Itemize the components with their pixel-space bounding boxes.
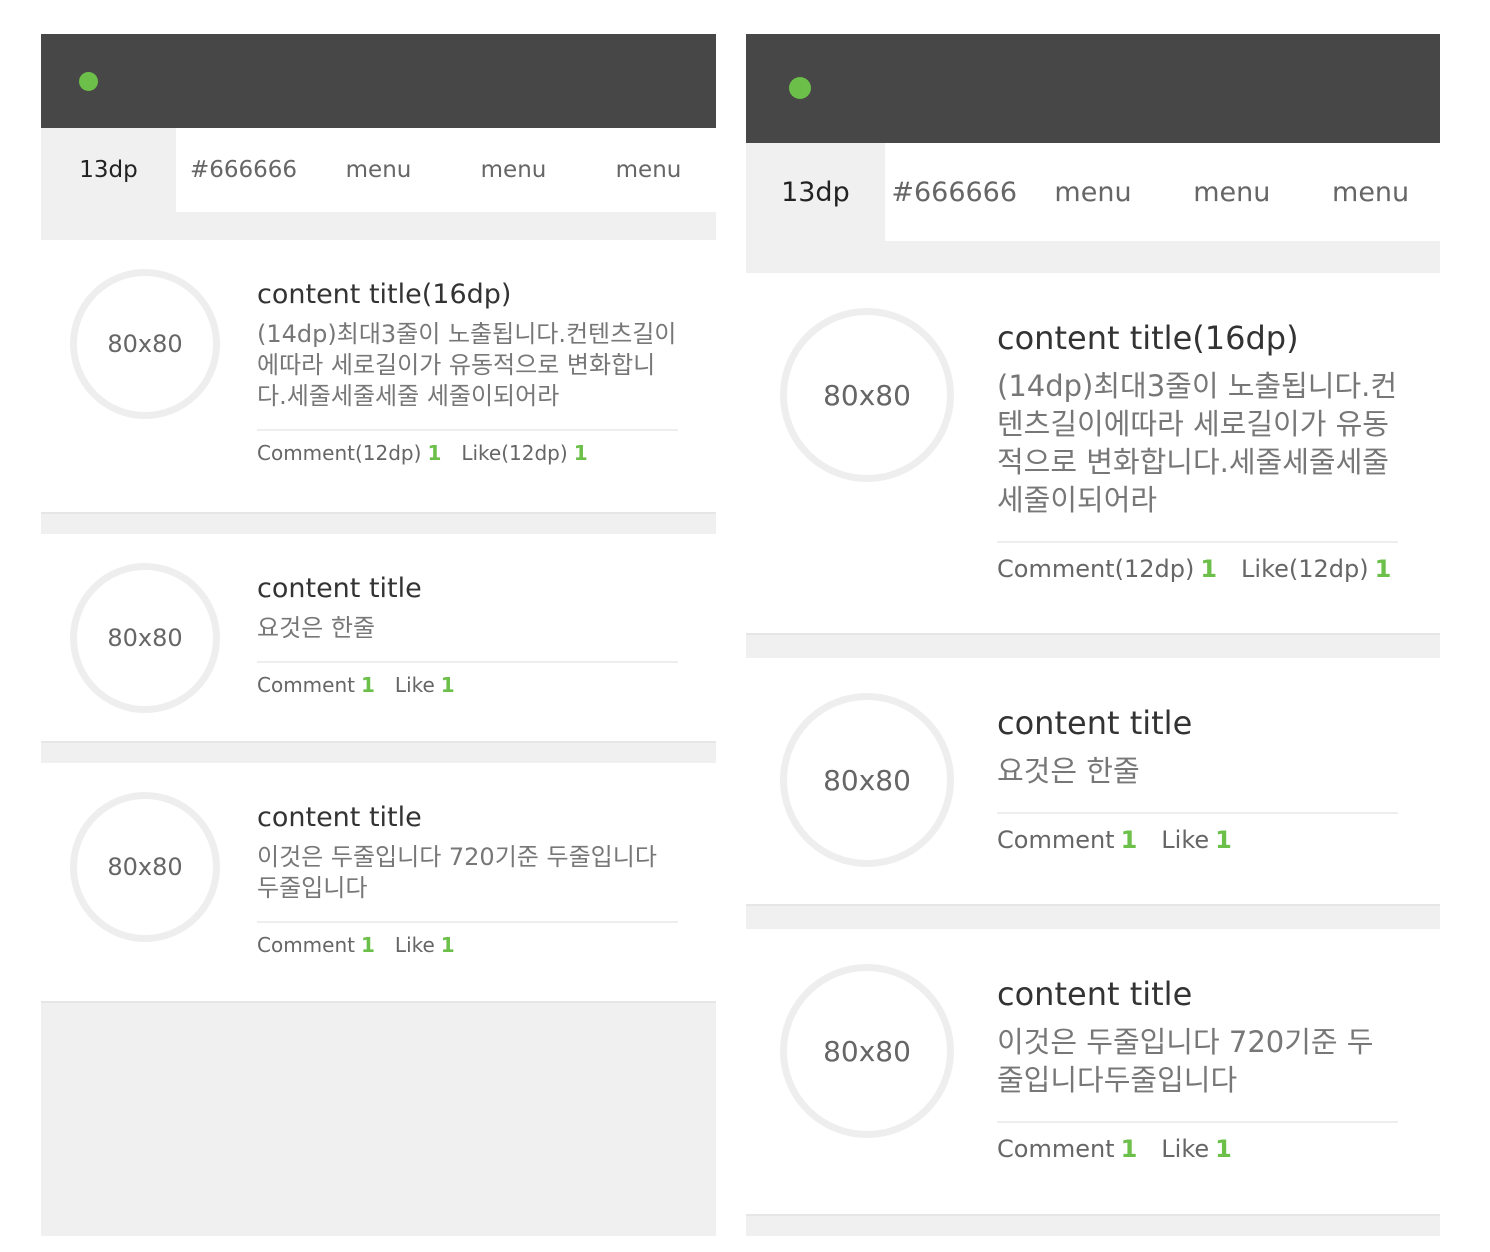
item-meta: Comment 1 Like 1 (997, 1121, 1398, 1163)
like-label[interactable]: Like (395, 933, 435, 957)
comment-count: 1 (1200, 555, 1218, 583)
thumbnail-placeholder: 80x80 (70, 563, 220, 713)
list-item[interactable]: 80x80 content title 이것은 두줄입니다 720기준 두줄입니… (41, 763, 716, 1003)
list-item[interactable]: 80x80 content title 요것은 한줄 Comment 1 Lik… (746, 658, 1440, 906)
item-body: content title 요것은 한줄 Comment 1 Like 1 (257, 571, 678, 697)
like-label[interactable]: Like(12dp) (1241, 555, 1369, 583)
item-body: content title(16dp) (14dp)최대3줄이 노출됩니다.컨텐… (257, 277, 678, 465)
thumbnail-placeholder: 80x80 (70, 269, 220, 419)
item-title: content title (257, 802, 422, 833)
tab-1[interactable]: 13dp (41, 128, 176, 212)
phone-screen-right: 13dp #666666 menu menu menu 80x80 conten… (746, 34, 1440, 1236)
item-meta: Comment 1 Like 1 (257, 661, 678, 697)
comment-count: 1 (361, 673, 375, 697)
app-bar (746, 34, 1440, 143)
item-title: content title (997, 704, 1193, 742)
comment-label[interactable]: Comment(12dp) (997, 555, 1194, 583)
tab-3[interactable]: menu (1024, 143, 1163, 241)
tab-bar: 13dp #666666 menu menu menu (41, 128, 716, 212)
like-label[interactable]: Like (1161, 1135, 1209, 1163)
thumbnail-placeholder: 80x80 (70, 792, 220, 942)
item-title: content title (997, 975, 1193, 1013)
item-meta: Comment(12dp) 1 Like(12dp) 1 (257, 429, 678, 465)
list-item[interactable]: 80x80 content title 요것은 한줄 Comment 1 Lik… (41, 534, 716, 743)
like-count: 1 (573, 441, 588, 465)
like-count: 1 (1215, 1135, 1232, 1163)
comment-label[interactable]: Comment (997, 826, 1115, 854)
like-count: 1 (440, 933, 455, 957)
comment-label[interactable]: Comment(12dp) (257, 441, 421, 465)
thumbnail-placeholder: 80x80 (780, 693, 954, 867)
divider (41, 212, 716, 240)
item-description: (14dp)최대3줄이 노출됩니다.컨텐츠길이에따라 세로길이가 유동적으로 변… (997, 369, 1398, 517)
list-item[interactable]: 80x80 content title(16dp) (14dp)최대3줄이 노출… (746, 273, 1440, 635)
tab-4[interactable]: menu (446, 128, 581, 212)
tab-5[interactable]: menu (1301, 143, 1440, 241)
like-label[interactable]: Like (1161, 826, 1209, 854)
comment-count: 1 (1120, 826, 1138, 854)
like-count: 1 (1374, 555, 1392, 583)
app-bar (41, 34, 716, 128)
comment-count: 1 (1120, 1135, 1138, 1163)
tab-4[interactable]: menu (1162, 143, 1301, 241)
item-body: content title 이것은 두줄입니다 720기준 두줄입니다두줄입니다… (257, 800, 678, 957)
like-label[interactable]: Like (395, 673, 435, 697)
phone-screen-left: 13dp #666666 menu menu menu 80x80 conten… (41, 34, 716, 1236)
thumbnail-placeholder: 80x80 (780, 308, 954, 482)
comment-label[interactable]: Comment (257, 673, 355, 697)
tab-5[interactable]: menu (581, 128, 716, 212)
comment-count: 1 (427, 441, 442, 465)
item-body: content title(16dp) (14dp)최대3줄이 노출됩니다.컨텐… (997, 317, 1398, 583)
item-description: 요것은 한줄 (997, 754, 1140, 788)
list-item[interactable]: 80x80 content title 이것은 두줄입니다 720기준 두줄입니… (746, 929, 1440, 1216)
divider (746, 635, 1440, 658)
item-body: content title 요것은 한줄 Comment 1 Like 1 (997, 702, 1398, 854)
comment-count: 1 (361, 933, 375, 957)
divider (41, 743, 716, 763)
like-count: 1 (440, 673, 455, 697)
like-count: 1 (1215, 826, 1232, 854)
item-description: 이것은 두줄입니다 720기준 두줄입니다두줄입니다 (257, 843, 657, 902)
status-dot-icon (79, 72, 98, 91)
tab-1[interactable]: 13dp (746, 143, 885, 241)
status-dot-icon (789, 77, 811, 99)
item-meta: Comment(12dp) 1 Like(12dp) 1 (997, 541, 1398, 583)
comment-label[interactable]: Comment (257, 933, 355, 957)
tab-2[interactable]: #666666 (176, 128, 311, 212)
item-description: 이것은 두줄입니다 720기준 두줄입니다두줄입니다 (997, 1025, 1374, 1097)
divider (746, 241, 1440, 273)
item-meta: Comment 1 Like 1 (997, 812, 1398, 854)
tab-3[interactable]: menu (311, 128, 446, 212)
item-description: 요것은 한줄 (257, 614, 376, 642)
item-title: content title (257, 573, 422, 604)
tab-bar: 13dp #666666 menu menu menu (746, 143, 1440, 241)
thumbnail-placeholder: 80x80 (780, 964, 954, 1138)
tab-2[interactable]: #666666 (885, 143, 1024, 241)
comment-label[interactable]: Comment (997, 1135, 1115, 1163)
item-meta: Comment 1 Like 1 (257, 921, 678, 957)
item-body: content title 이것은 두줄입니다 720기준 두줄입니다두줄입니다… (997, 973, 1398, 1163)
divider (746, 906, 1440, 929)
item-title: content title(16dp) (997, 319, 1299, 357)
list-item[interactable]: 80x80 content title(16dp) (14dp)최대3줄이 노출… (41, 240, 716, 514)
item-description: (14dp)최대3줄이 노출됩니다.컨텐츠길이에따라 세로길이가 유동적으로 변… (257, 320, 677, 410)
divider (41, 514, 716, 534)
item-title: content title(16dp) (257, 279, 512, 310)
like-label[interactable]: Like(12dp) (461, 441, 567, 465)
